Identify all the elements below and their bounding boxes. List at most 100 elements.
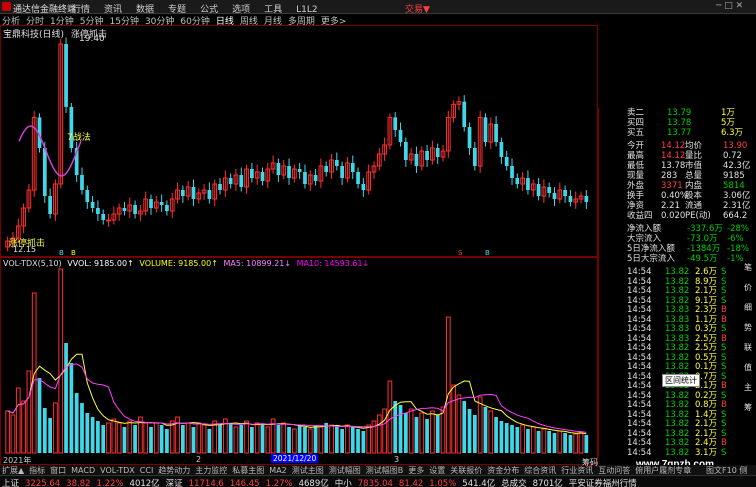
marker-b1: B <box>59 249 64 257</box>
tick-direction: S <box>721 324 727 334</box>
quote-side-tab-0[interactable]: 笔 <box>744 262 752 273</box>
quote-side-tab-5[interactable]: 值 <box>744 362 752 373</box>
candle <box>287 158 291 185</box>
volume-bar <box>303 427 307 453</box>
quote-side-tab-6[interactable]: 主 <box>744 382 752 393</box>
volume-bar <box>254 422 260 454</box>
tick-price: 13.83 <box>665 314 690 325</box>
tick-row: 14:54 13.82 0.5万 S <box>599 353 756 363</box>
ask-label: 买四 <box>627 118 645 128</box>
price-chart[interactable]: 宝鼎科技(日线) 涨停抓击 19.40 7战法 涨停抓击 12.15 16.50… <box>0 25 630 257</box>
quote-panel: 卖二 13.79 1万 买四 13.78 5万 买五 13.77 6.3万 今开 14.12 均价 13… <box>598 108 756 458</box>
volume-bar <box>425 419 429 453</box>
bottom-tab-12[interactable]: 测试幅图B <box>366 466 404 475</box>
volume-bar <box>165 429 169 453</box>
quote-side-tab-1[interactable]: 价 <box>744 282 752 293</box>
candle <box>21 203 26 233</box>
volume-bar <box>356 429 360 453</box>
quote-side-tab-7[interactable]: 筹 <box>744 402 752 413</box>
volume-bar <box>196 422 202 454</box>
stat-value-2: 42.3亿 <box>723 161 751 171</box>
volume-chart[interactable]: VOL-TDX(5,10) VVOL: 9185.00↑ VOLUME: 918… <box>0 257 632 465</box>
bottom-tab-3[interactable]: MACD <box>71 466 95 475</box>
volume-bar <box>488 410 494 454</box>
candle <box>499 137 504 164</box>
x-label-feb: 2 <box>196 455 202 464</box>
bottom-tab-19[interactable]: 互动问答 <box>598 466 630 475</box>
tick-volume: 2.5万 <box>695 343 718 353</box>
candle <box>425 145 429 167</box>
volume-bar <box>345 424 350 454</box>
tick-time: 14:54 <box>627 343 652 353</box>
tick-price: 13.82 <box>665 438 690 448</box>
bottom-tab-5[interactable]: CCI <box>140 466 154 475</box>
period-toolbar: 分析 分时 1分钟 5分钟 15分钟 30分钟 60分钟 日线 周线 月线 多周期 更多> <box>0 14 598 27</box>
index-name[interactable]: 深证 <box>166 479 183 487</box>
bottom-tab-6[interactable]: 趋势动力 <box>158 466 190 475</box>
volume-bar <box>568 435 573 453</box>
tick-volume: 2.1万 <box>695 419 718 429</box>
flow-row: 大宗流入 -73.0万 -6% <box>599 234 756 244</box>
volume-bar <box>520 424 525 454</box>
volume-bar <box>5 410 11 454</box>
tick-volume: 2.1万 <box>695 428 718 439</box>
flow-pct: -6% <box>727 234 744 244</box>
bottom-tab-15[interactable]: 关联报价 <box>450 466 482 475</box>
index-name[interactable]: 上证 <box>2 479 19 487</box>
candle <box>53 179 58 221</box>
tick-direction: S <box>721 371 727 382</box>
quote-side-tab-4[interactable]: 联 <box>744 342 752 353</box>
candle <box>191 179 196 206</box>
bottom-tab-14[interactable]: 设置 <box>429 466 445 475</box>
chip-label[interactable]: 筹码 <box>582 457 598 468</box>
tick-direction: B <box>721 314 727 325</box>
volume-bar <box>58 268 64 454</box>
bottom-tab-2[interactable]: 窗口 <box>50 466 66 475</box>
candle <box>430 140 435 165</box>
tick-direction: B <box>721 400 727 410</box>
volume-bar <box>48 418 52 453</box>
candle <box>159 194 164 212</box>
index-name[interactable]: 中小 <box>335 479 352 487</box>
bottom-tab-10[interactable]: 测试主图 <box>292 466 324 475</box>
ask-price: 13.77 <box>667 128 692 138</box>
volume-bar <box>265 426 271 454</box>
bottom-tab-0[interactable]: 扩展▲ <box>2 466 24 475</box>
tick-time: 14:54 <box>627 419 652 429</box>
bottom-tab-7[interactable]: 主力监控 <box>195 466 227 475</box>
candle <box>143 191 149 216</box>
stat-value-2: 5814 <box>723 181 745 191</box>
volume-legend: VOL-TDX(5,10) VVOL: 9185.00↑ VOLUME: 918… <box>3 259 369 268</box>
bottom-tab-8[interactable]: 私募主图 <box>232 466 264 475</box>
volume-bar <box>324 423 329 453</box>
bottom-tab-9[interactable]: MA2 <box>269 466 286 475</box>
quote-side-tab-3[interactable]: 势 <box>744 322 752 333</box>
bottom-tab-17[interactable]: 综合资讯 <box>524 466 556 475</box>
volume-bar <box>334 427 339 453</box>
bottom-tab-20[interactable]: 俯用户履剂专章 <box>635 466 691 475</box>
tick-price: 13.82 <box>665 400 690 410</box>
volume-bar <box>74 393 79 453</box>
quote-side-tab-2[interactable]: 细 <box>744 302 752 313</box>
candle <box>340 161 344 185</box>
candle <box>69 102 74 153</box>
window-controls[interactable]: ─ □ ✕ <box>716 1 743 11</box>
volume-bar <box>510 425 514 453</box>
candle <box>329 154 334 179</box>
bottom-tab-4[interactable]: VOL-TDX <box>100 466 135 475</box>
stat-value-2: 664.2 <box>723 211 748 221</box>
candle <box>467 122 472 155</box>
bottom-tab-1[interactable]: 指标 <box>29 466 45 475</box>
stat-value-2: 13.90 <box>723 141 748 151</box>
candle <box>169 193 175 218</box>
ask-price: 13.79 <box>667 108 692 118</box>
candle <box>116 203 122 221</box>
candle <box>201 184 207 200</box>
tick-price: 13.83 <box>665 324 690 334</box>
bottom-tab-13[interactable]: 更多 <box>408 466 424 475</box>
bottom-tab-11[interactable]: 测试幅图 <box>329 466 361 475</box>
range-stat-popup[interactable]: 区间统计 <box>662 374 700 387</box>
bottom-tab-16[interactable]: 资金分布 <box>487 466 519 475</box>
candle <box>250 163 254 183</box>
tick-volume: 0.8万 <box>695 400 718 410</box>
